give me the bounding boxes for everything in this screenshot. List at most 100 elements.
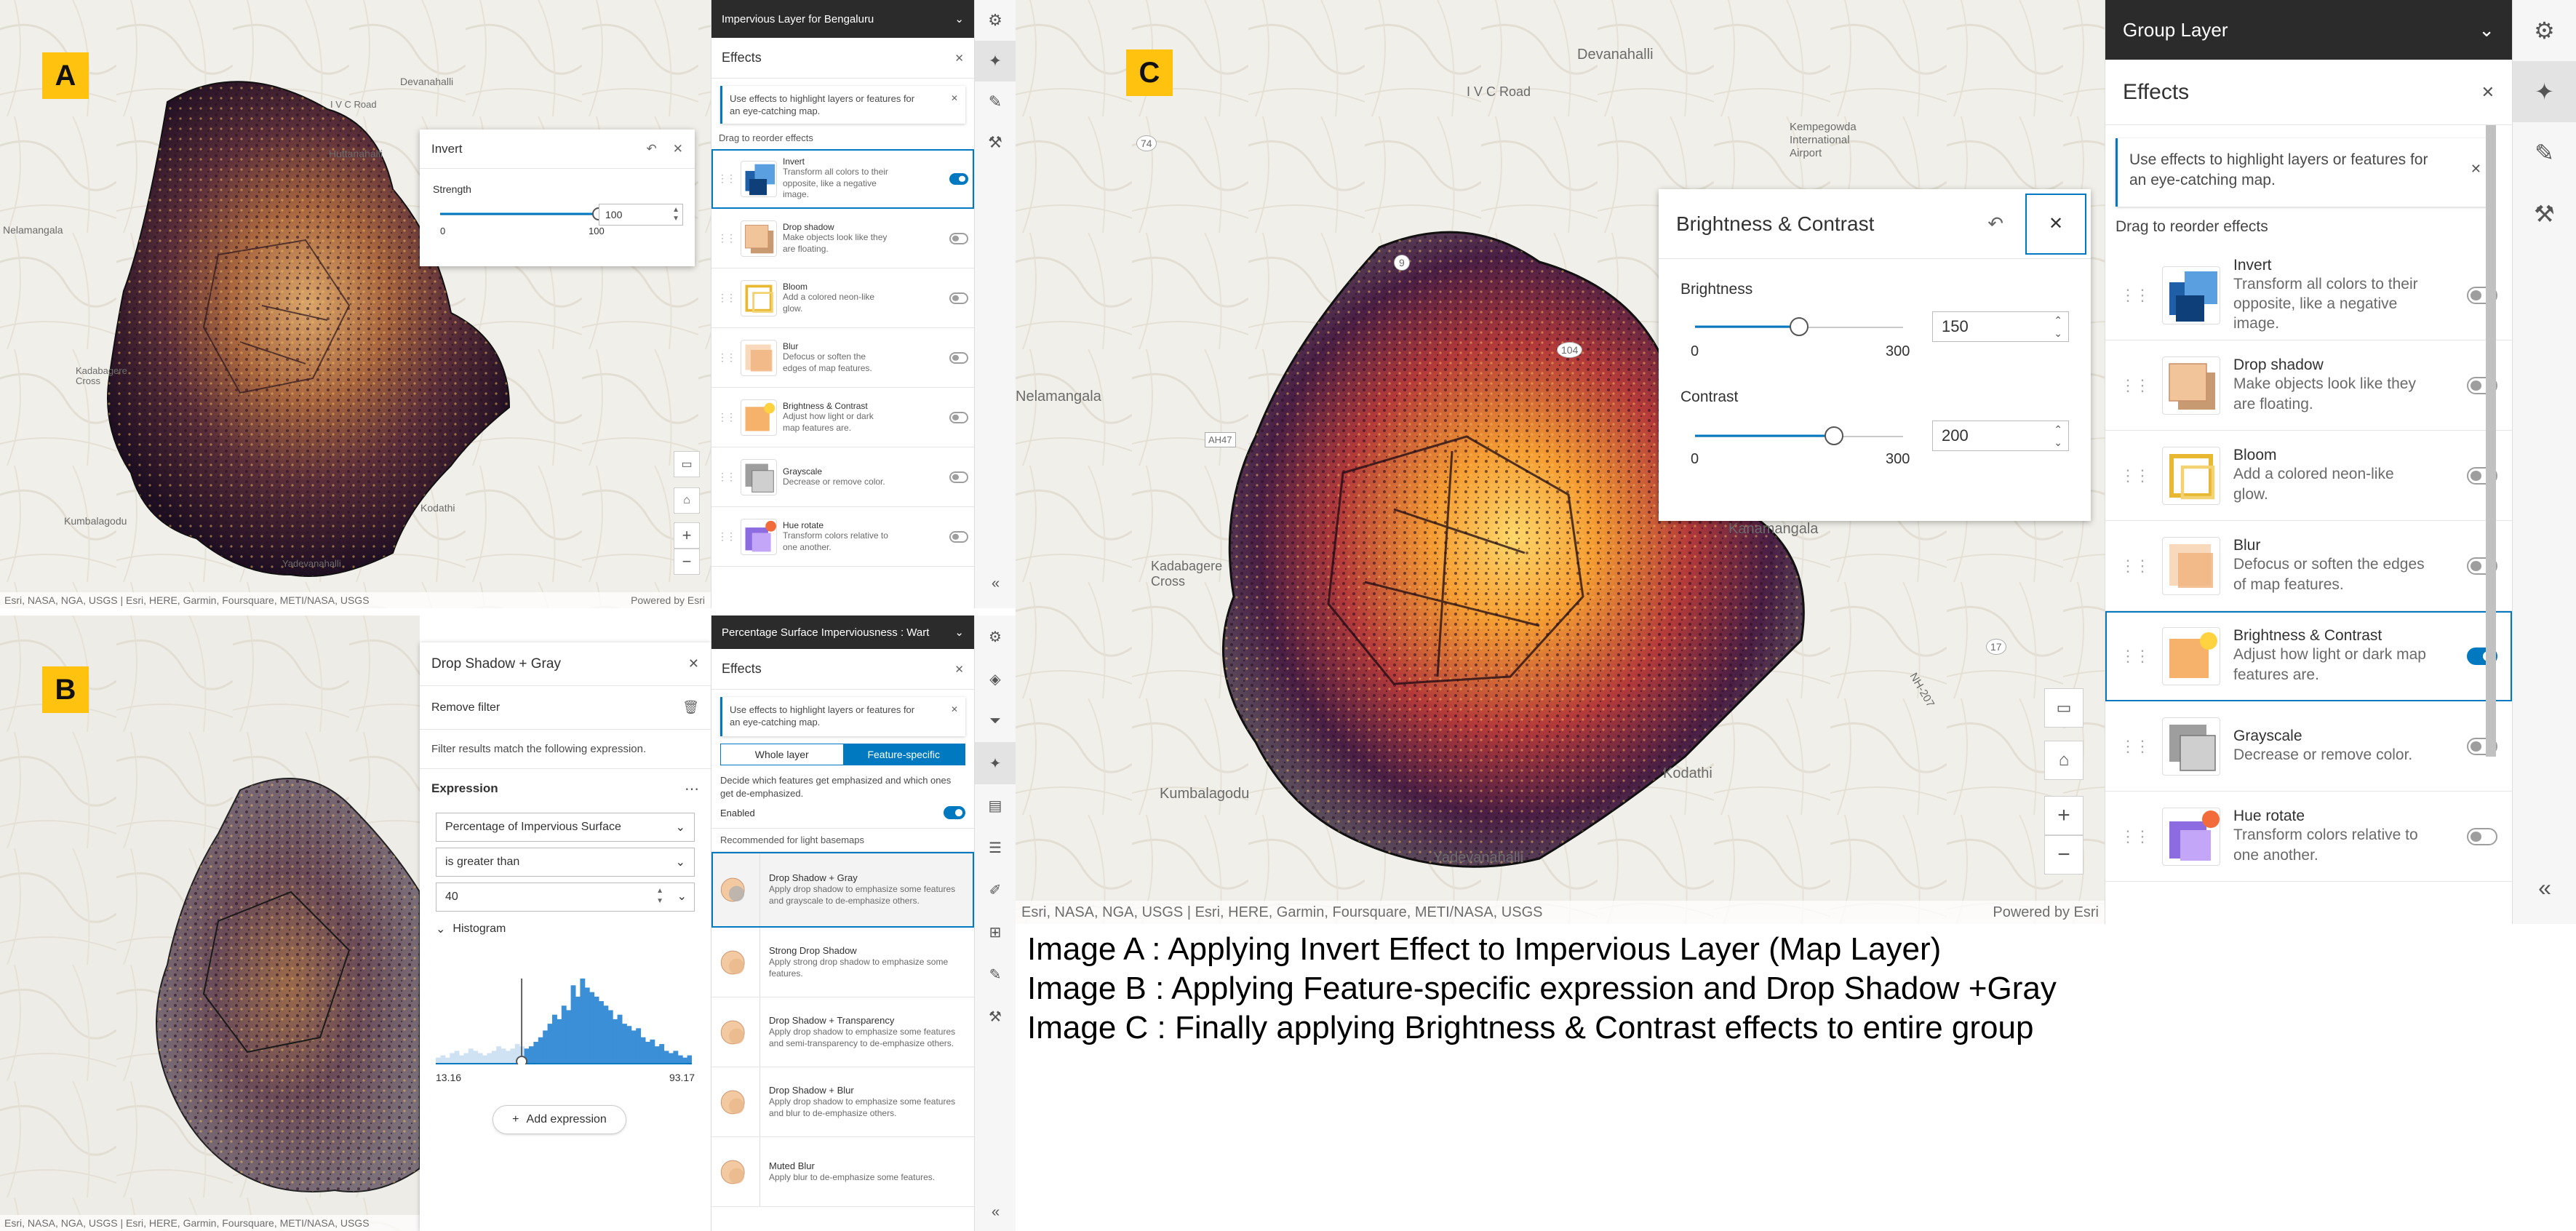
- popups-icon[interactable]: ▤: [975, 784, 1016, 826]
- effect-row[interactable]: ⋮⋮ Bloom Add a colored neon-like glow.: [2105, 431, 2512, 521]
- chevron-down-icon[interactable]: ⌄: [954, 626, 964, 639]
- effect-toggle[interactable]: [949, 172, 968, 185]
- tools-icon[interactable]: ⚒: [2513, 183, 2576, 244]
- home-icon[interactable]: ⌂: [2044, 741, 2083, 780]
- brightness-slider[interactable]: [1695, 316, 1903, 338]
- drag-handle-icon[interactable]: ⋮⋮: [2120, 827, 2150, 846]
- preset-row[interactable]: Drop Shadow + Transparency Apply drop sha…: [711, 997, 974, 1068]
- spinner-icon[interactable]: ▲ ▼: [656, 886, 663, 907]
- effect-row[interactable]: ⋮⋮ Hue rotate Transform colors relative to…: [2105, 792, 2512, 882]
- effect-row[interactable]: ⋮⋮ Blur Defocus or soften the edges of map…: [711, 328, 974, 388]
- fields-icon[interactable]: ☰: [975, 826, 1016, 869]
- enabled-toggle[interactable]: [944, 806, 965, 820]
- tools-icon[interactable]: ⚒: [975, 995, 1016, 1037]
- effect-row[interactable]: ⋮⋮ Brightness & Contrast Adjust how light …: [2105, 611, 2512, 701]
- preset-row[interactable]: Drop Shadow + Gray Apply drop shadow to e…: [711, 852, 974, 928]
- properties-icon[interactable]: ⚙: [975, 0, 1016, 41]
- close-icon[interactable]: ✕: [954, 52, 964, 65]
- collapse-icon[interactable]: «: [2513, 866, 2576, 909]
- styles-icon[interactable]: ◈: [975, 658, 1016, 700]
- strength-input[interactable]: 100 ▲ ▼: [599, 204, 683, 226]
- chevron-down-icon[interactable]: ⌄: [677, 889, 687, 904]
- preset-row[interactable]: Muted Blur Apply blur to de-emphasize som…: [711, 1137, 974, 1208]
- zoom-in-button[interactable]: +: [674, 522, 700, 549]
- drag-handle-icon[interactable]: ⋮⋮: [717, 530, 736, 543]
- effect-row[interactable]: ⋮⋮ Blur Defocus or soften the edges of map…: [2105, 521, 2512, 611]
- drag-handle-icon[interactable]: ⋮⋮: [2120, 737, 2150, 756]
- table-icon[interactable]: ⊞: [975, 911, 1016, 953]
- collapse-icon[interactable]: «: [975, 1198, 1016, 1227]
- edit-icon[interactable]: ✎: [975, 953, 1016, 995]
- effect-row[interactable]: ⋮⋮ Grayscale Decrease or remove color.: [711, 447, 974, 507]
- more-icon[interactable]: ⋯: [685, 780, 699, 798]
- close-icon[interactable]: ✕: [688, 656, 699, 672]
- zoom-in-button[interactable]: +: [2044, 796, 2083, 835]
- filter-icon[interactable]: ⏷: [975, 700, 1016, 742]
- close-icon[interactable]: ✕: [2471, 162, 2481, 177]
- close-icon[interactable]: ✕: [951, 704, 958, 714]
- remove-filter-button[interactable]: Remove filter: [431, 701, 500, 714]
- effect-toggle[interactable]: [949, 530, 968, 543]
- effect-row[interactable]: ⋮⋮ Bloom Add a colored neon-like glow.: [711, 268, 974, 328]
- effects-icon[interactable]: ✦: [975, 41, 1016, 81]
- spinner-icon[interactable]: ⌃ ⌄: [2054, 314, 2062, 340]
- add-expression-button[interactable]: + Add expression: [493, 1105, 626, 1134]
- feature-specific-tab[interactable]: Feature-specific: [842, 744, 965, 765]
- chevron-down-icon[interactable]: ⌄: [436, 922, 445, 936]
- drag-handle-icon[interactable]: ⋮⋮: [2120, 466, 2150, 485]
- labels-icon[interactable]: ✐: [975, 869, 1016, 911]
- tools-icon[interactable]: ⚒: [975, 122, 1016, 163]
- field-select[interactable]: Percentage of Impervious Surface ⌄: [436, 813, 695, 842]
- effect-row[interactable]: ⋮⋮ Invert Transform all colors to their op…: [711, 149, 974, 209]
- collapse-icon[interactable]: «: [975, 569, 1016, 598]
- edit-icon[interactable]: ✎: [2513, 122, 2576, 183]
- close-icon[interactable]: ✕: [2025, 193, 2086, 255]
- drag-handle-icon[interactable]: ⋮⋮: [2120, 557, 2150, 575]
- map-view-c[interactable]: Devanahalli I V C Road Kempegowda Intern…: [1016, 0, 2105, 924]
- home-icon[interactable]: ⌂: [674, 487, 700, 514]
- effect-row[interactable]: ⋮⋮ Grayscale Decrease or remove color.: [2105, 701, 2512, 792]
- brightness-input[interactable]: 150 ⌃ ⌄: [1932, 311, 2069, 342]
- drag-handle-icon[interactable]: ⋮⋮: [717, 351, 736, 364]
- drag-handle-icon[interactable]: ⋮⋮: [717, 471, 736, 483]
- operator-select[interactable]: is greater than ⌄: [436, 848, 695, 877]
- effect-toggle[interactable]: [949, 232, 968, 244]
- slider-knob[interactable]: [1824, 426, 1843, 445]
- contrast-slider[interactable]: [1695, 425, 1903, 447]
- close-icon[interactable]: ✕: [954, 663, 964, 676]
- effect-row[interactable]: ⋮⋮ Invert Transform all colors to their op…: [2105, 250, 2512, 340]
- drag-handle-icon[interactable]: ⋮⋮: [2120, 376, 2150, 395]
- histogram-handle[interactable]: [516, 1056, 528, 1064]
- preset-row[interactable]: Drop Shadow + Blur Apply drop shadow to e…: [711, 1067, 974, 1138]
- effects-icon[interactable]: ✦: [2513, 61, 2576, 122]
- drag-handle-icon[interactable]: ⋮⋮: [717, 292, 736, 304]
- effect-row[interactable]: ⋮⋮ Drop shadow Make objects look like they…: [2105, 340, 2512, 431]
- preset-row[interactable]: Strong Drop Shadow Apply strong drop shad…: [711, 928, 974, 998]
- drag-handle-icon[interactable]: ⋮⋮: [2120, 286, 2150, 305]
- strength-slider[interactable]: [440, 205, 605, 223]
- map-view-b[interactable]: B Esri, NASA, NGA, USGS | Esri, HERE, Ga…: [0, 616, 420, 1231]
- zoom-out-button[interactable]: −: [2044, 835, 2083, 875]
- effect-toggle[interactable]: [949, 471, 968, 483]
- properties-icon[interactable]: ⚙: [2513, 0, 2576, 61]
- effect-row[interactable]: ⋮⋮ Hue rotate Transform colors relative to…: [711, 507, 974, 567]
- trash-icon[interactable]: 🗑: [682, 700, 699, 715]
- contrast-input[interactable]: 200 ⌃ ⌄: [1932, 421, 2069, 451]
- histogram-chart[interactable]: [436, 971, 692, 1064]
- layer-header[interactable]: Percentage Surface Imperviousness : Wart…: [711, 616, 974, 649]
- chevron-down-icon[interactable]: ⌄: [2479, 19, 2495, 41]
- scrollbar[interactable]: [2486, 125, 2496, 757]
- drag-handle-icon[interactable]: ⋮⋮: [2120, 647, 2150, 666]
- close-icon[interactable]: ✕: [951, 93, 958, 103]
- screen-icon[interactable]: ▭: [2044, 688, 2083, 728]
- effect-row[interactable]: ⋮⋮ Drop shadow Make objects look like they…: [711, 209, 974, 268]
- spinner-icon[interactable]: ⌃ ⌄: [2054, 423, 2062, 449]
- drag-handle-icon[interactable]: ⋮⋮: [717, 172, 736, 185]
- properties-icon[interactable]: ⚙: [975, 616, 1016, 658]
- slider-knob[interactable]: [1790, 317, 1809, 336]
- edit-icon[interactable]: ✎: [975, 81, 1016, 122]
- effect-toggle[interactable]: [949, 411, 968, 423]
- close-icon[interactable]: ✕: [2481, 83, 2495, 102]
- whole-layer-tab[interactable]: Whole layer: [721, 744, 843, 765]
- undo-icon[interactable]: ↶: [647, 142, 657, 156]
